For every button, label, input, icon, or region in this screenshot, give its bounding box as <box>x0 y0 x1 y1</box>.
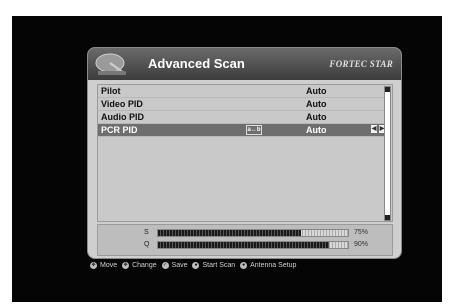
signal-quality-label: Q <box>144 241 150 248</box>
list-item[interactable]: Video PID Auto <box>98 98 384 111</box>
help-save: Save <box>171 262 188 269</box>
advanced-scan-dialog: Advanced Scan FORTEC STAR Pilot Auto Vid… <box>87 47 402 259</box>
dialog-title: Advanced Scan <box>148 56 245 71</box>
signal-quality-fill <box>158 242 329 248</box>
arrow-left-icon[interactable]: ◀ <box>371 125 377 133</box>
footer-help-bar: ✥ Move ✥ Change ✓ Save ● Start Scan ● Antenna… <box>90 262 299 272</box>
list-item[interactable]: Pilot Auto <box>98 85 384 98</box>
red-button-icon: ● <box>240 262 248 269</box>
item-label: Video PID <box>101 99 143 109</box>
scroll-up-icon[interactable] <box>385 87 390 92</box>
help-antenna-setup: Antenna Setup <box>250 262 297 269</box>
scroll-down-icon[interactable] <box>385 215 390 220</box>
item-value: Auto <box>306 112 327 122</box>
help-start-scan: Start Scan <box>202 262 236 269</box>
navigation-pad-icon: ✥ <box>90 262 97 269</box>
title-bar: Advanced Scan FORTEC STAR <box>88 48 401 80</box>
brand-logo: FORTEC STAR <box>329 59 393 69</box>
item-value: Auto <box>306 125 327 135</box>
item-label: Pilot <box>101 86 121 96</box>
signal-panel: S 75% Q 90% <box>97 224 393 256</box>
help-change: Change <box>132 262 157 269</box>
signal-quality-bar <box>157 241 349 249</box>
scrollbar[interactable] <box>384 86 391 221</box>
list-item[interactable]: Audio PID Auto <box>98 111 384 124</box>
signal-strength-bar <box>157 229 349 237</box>
signal-strength-label: S <box>144 229 149 236</box>
help-move: Move <box>100 262 118 269</box>
satellite-dish-icon <box>95 53 126 75</box>
item-label: Audio PID <box>101 112 144 122</box>
keypad-icon[interactable]: a↔b <box>246 125 262 135</box>
item-label: PCR PID <box>101 125 138 135</box>
signal-strength-fill <box>158 230 301 236</box>
item-value: Auto <box>306 99 327 109</box>
navigation-pad-icon: ✥ <box>122 262 130 269</box>
ok-button-icon: ✓ <box>161 262 169 269</box>
signal-strength-value: 75% <box>354 229 369 236</box>
settings-list[interactable]: Pilot Auto Video PID Auto Audio PID Auto… <box>97 84 393 222</box>
item-value: Auto <box>306 86 327 96</box>
signal-quality-value: 90% <box>354 241 369 248</box>
blue-button-icon: ● <box>192 262 200 269</box>
list-item-selected[interactable]: PCR PID a↔b Auto ◀ ▶ <box>98 124 385 137</box>
